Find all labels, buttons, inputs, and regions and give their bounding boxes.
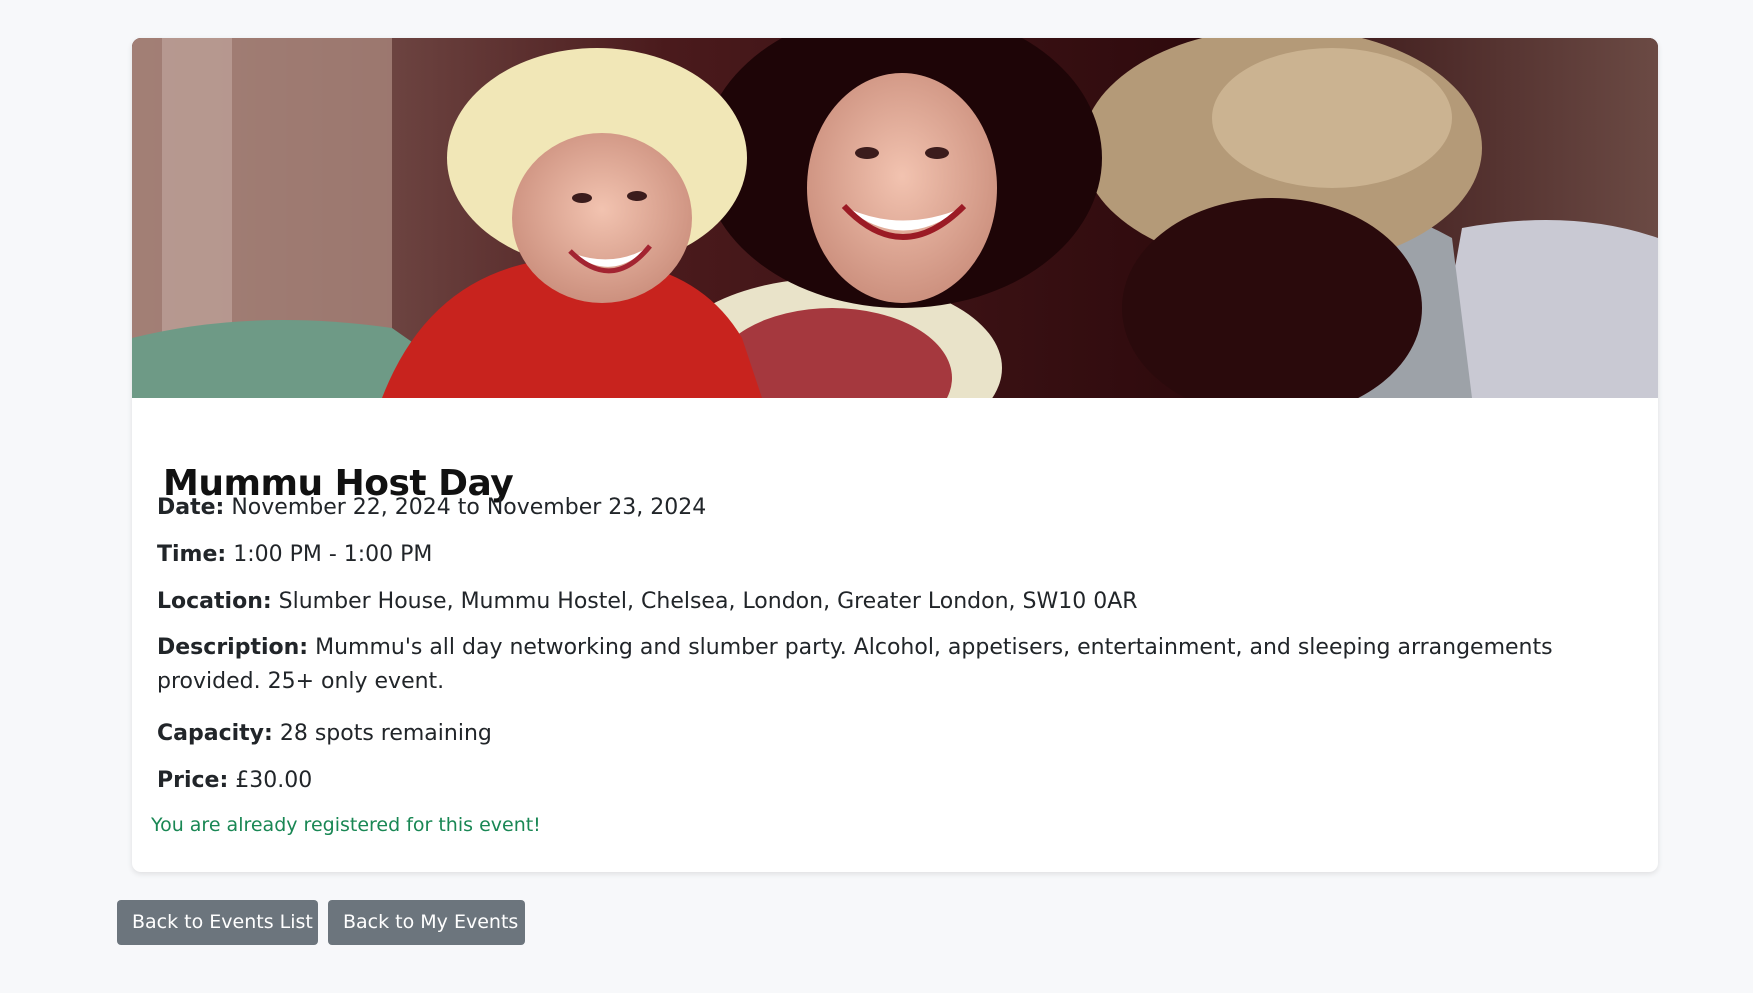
location-value: Slumber House, Mummu Hostel, Chelsea, Lo… — [278, 589, 1138, 614]
time-value: 1:00 PM - 1:00 PM — [233, 542, 433, 567]
event-description: Description: Mummu's all day networking … — [157, 631, 1627, 699]
event-photo-illustration — [132, 38, 1658, 398]
back-to-my-events-button[interactable]: Back to My Events — [328, 900, 525, 945]
event-time: Time: 1:00 PM - 1:00 PM — [157, 538, 1627, 572]
event-location: Location: Slumber House, Mummu Hostel, C… — [157, 585, 1627, 619]
registration-status-message: You are already registered for this even… — [151, 814, 541, 836]
event-details: Mummu Host Day Date: November 22, 2024 t… — [132, 398, 1658, 872]
event-card: Mummu Host Day Date: November 22, 2024 t… — [132, 38, 1658, 872]
description-label: Description: — [157, 635, 309, 660]
event-date: Date: November 22, 2024 to November 23, … — [157, 491, 1627, 525]
capacity-label: Capacity: — [157, 721, 273, 746]
event-capacity: Capacity: 28 spots remaining — [157, 717, 1627, 751]
date-value: November 22, 2024 to November 23, 2024 — [231, 495, 707, 520]
time-label: Time: — [157, 542, 227, 567]
event-image — [132, 38, 1658, 398]
capacity-value: 28 spots remaining — [279, 721, 492, 746]
price-label: Price: — [157, 768, 229, 793]
description-value: Mummu's all day networking and slumber p… — [157, 635, 1553, 694]
date-label: Date: — [157, 495, 225, 520]
event-price: Price: £30.00 — [157, 764, 1627, 798]
price-value: £30.00 — [235, 768, 313, 793]
back-to-events-list-button[interactable]: Back to Events List — [117, 900, 318, 945]
location-label: Location: — [157, 589, 272, 614]
